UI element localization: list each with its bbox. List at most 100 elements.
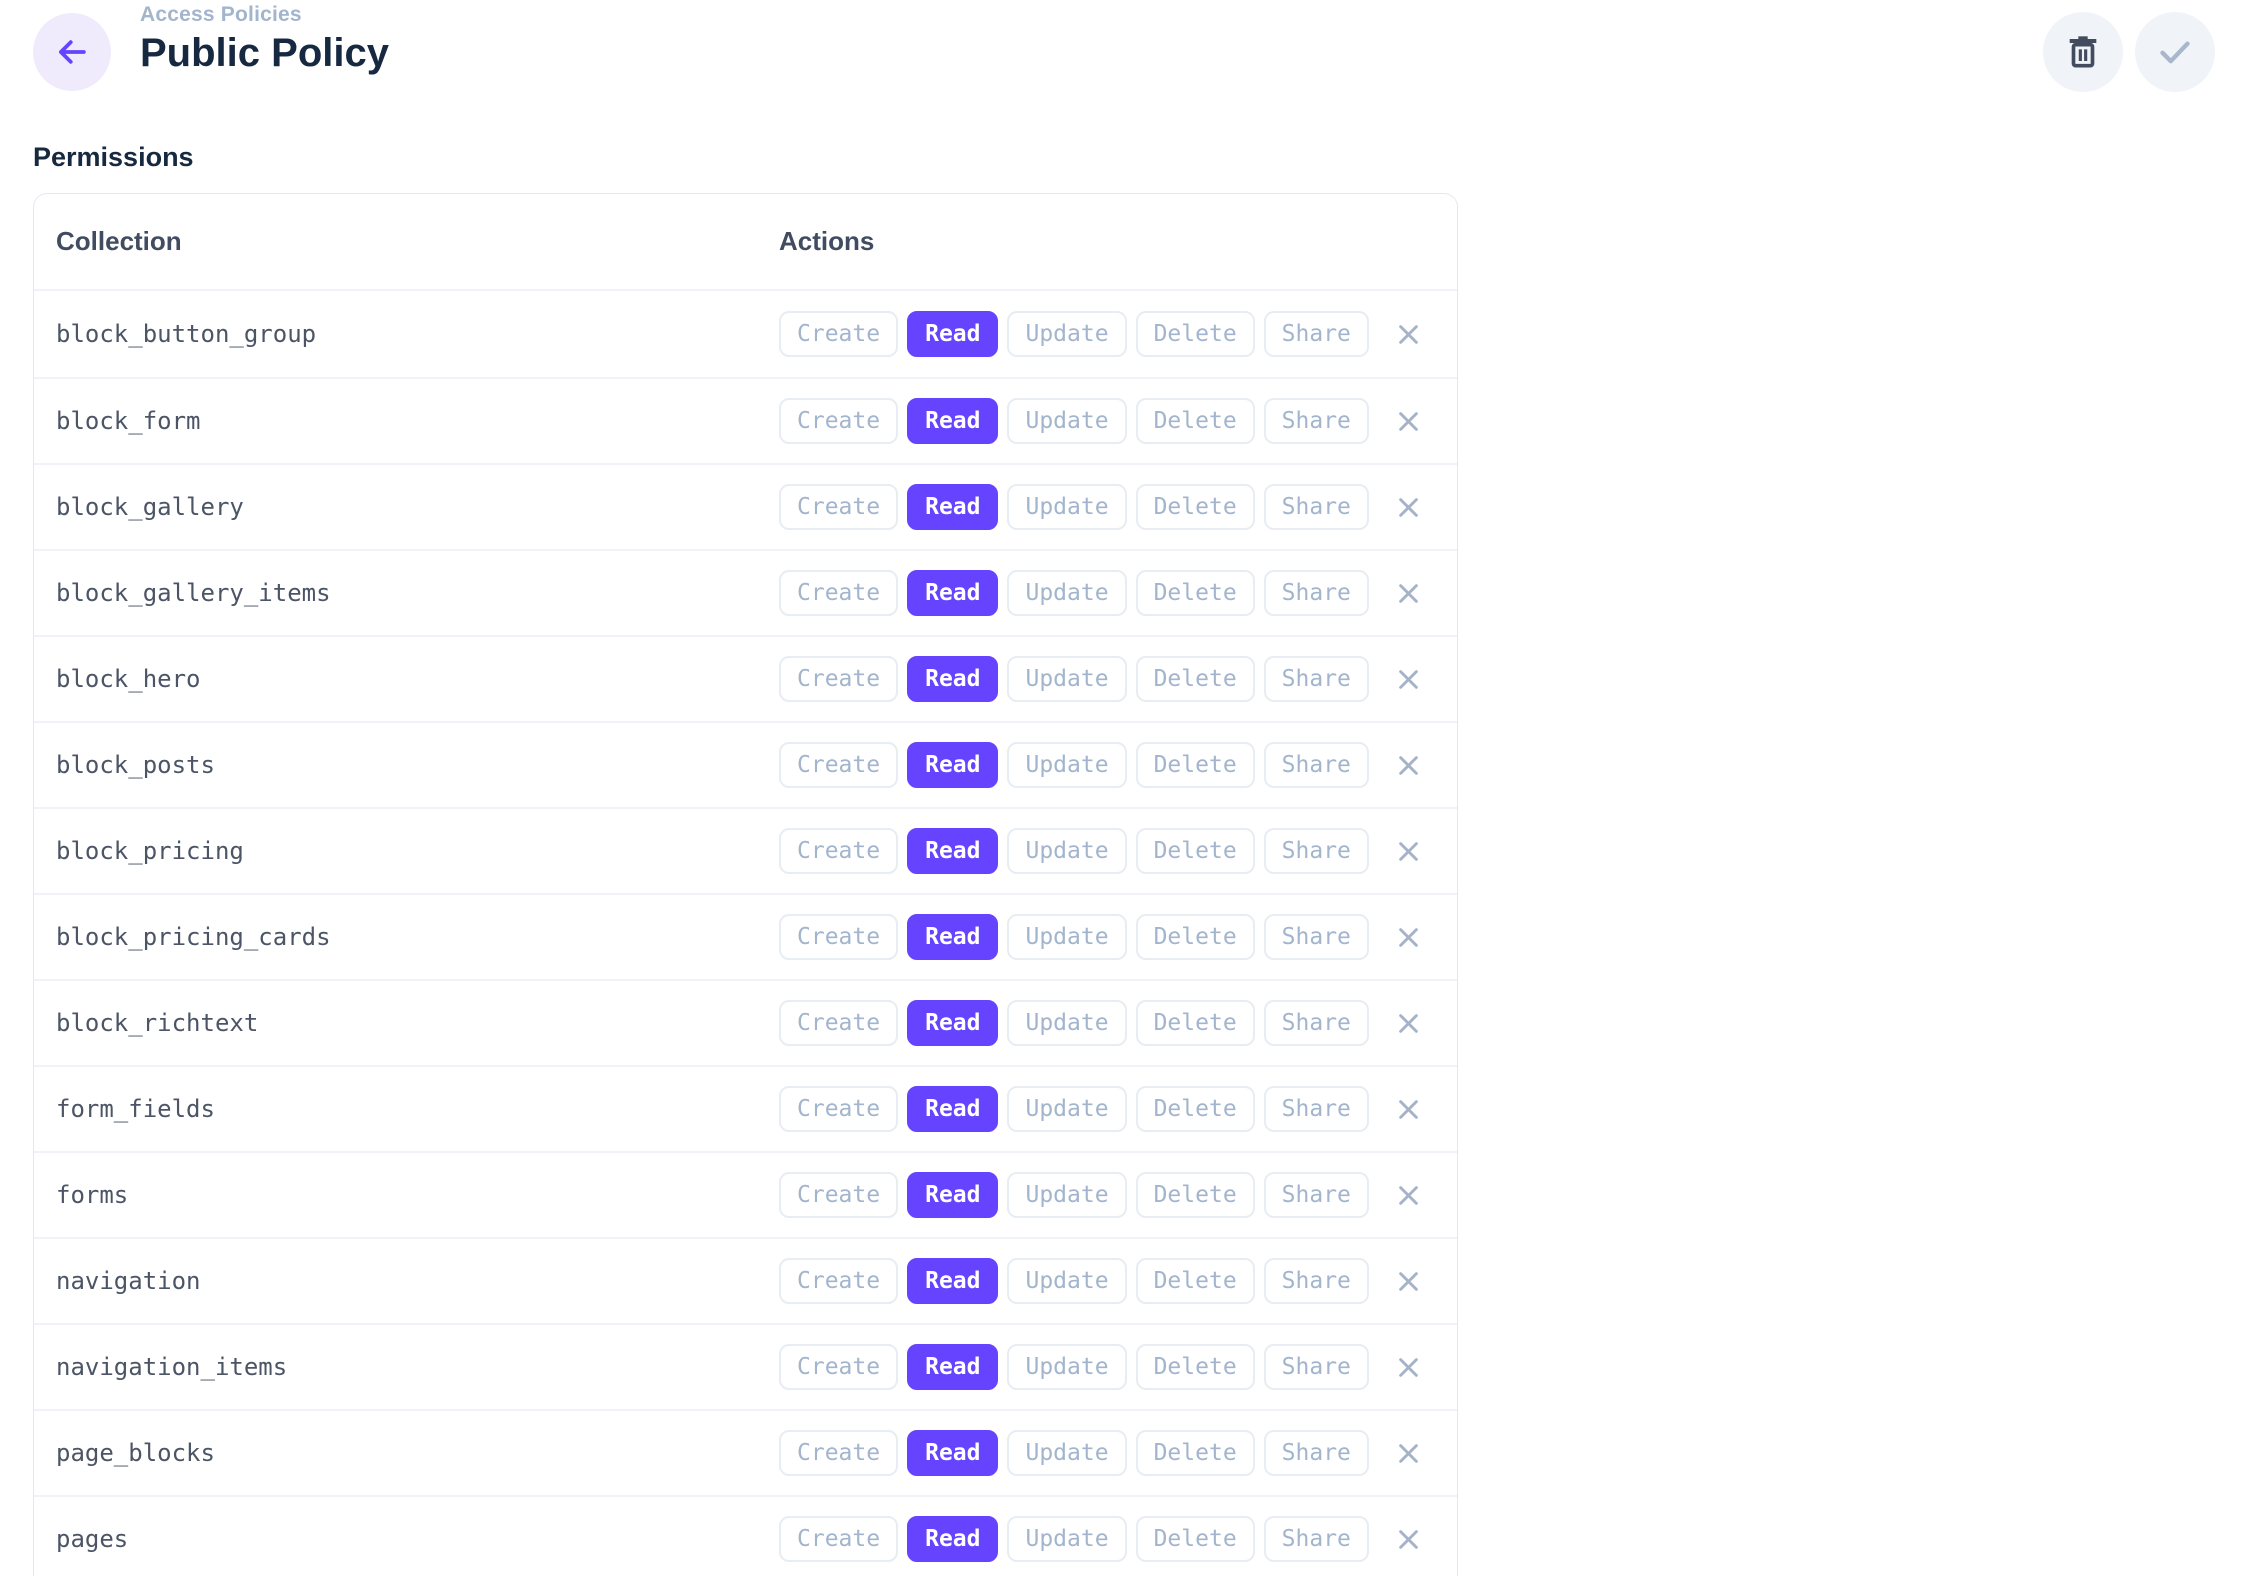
action-update-button[interactable]: Update — [1007, 1430, 1126, 1476]
action-read-button[interactable]: Read — [907, 311, 998, 357]
action-create-button[interactable]: Create — [779, 1344, 898, 1390]
action-read-button[interactable]: Read — [907, 484, 998, 530]
action-share-button[interactable]: Share — [1264, 1086, 1369, 1132]
action-create-button[interactable]: Create — [779, 484, 898, 530]
action-create-button[interactable]: Create — [779, 398, 898, 444]
action-read-button[interactable]: Read — [907, 828, 998, 874]
save-button[interactable] — [2135, 12, 2215, 92]
action-share-button[interactable]: Share — [1264, 1344, 1369, 1390]
remove-permission-button[interactable] — [1392, 1178, 1426, 1212]
action-delete-button[interactable]: Delete — [1136, 484, 1255, 530]
action-delete-button[interactable]: Delete — [1136, 1430, 1255, 1476]
action-share-button[interactable]: Share — [1264, 311, 1369, 357]
action-create-button[interactable]: Create — [779, 828, 898, 874]
action-update-button[interactable]: Update — [1007, 1086, 1126, 1132]
remove-permission-button[interactable] — [1392, 317, 1426, 351]
back-button[interactable] — [33, 13, 111, 91]
collection-name: block_hero — [56, 665, 779, 693]
action-read-button[interactable]: Read — [907, 398, 998, 444]
action-share-button[interactable]: Share — [1264, 1000, 1369, 1046]
action-share-button[interactable]: Share — [1264, 656, 1369, 702]
action-update-button[interactable]: Update — [1007, 1516, 1126, 1562]
remove-permission-button[interactable] — [1392, 748, 1426, 782]
arrow-left-icon — [53, 33, 91, 71]
action-share-button[interactable]: Share — [1264, 398, 1369, 444]
action-share-button[interactable]: Share — [1264, 1258, 1369, 1304]
action-update-button[interactable]: Update — [1007, 398, 1126, 444]
action-delete-button[interactable]: Delete — [1136, 1344, 1255, 1390]
remove-permission-button[interactable] — [1392, 834, 1426, 868]
action-update-button[interactable]: Update — [1007, 1258, 1126, 1304]
close-icon — [1395, 580, 1422, 607]
action-share-button[interactable]: Share — [1264, 570, 1369, 616]
action-create-button[interactable]: Create — [779, 1516, 898, 1562]
action-share-button[interactable]: Share — [1264, 828, 1369, 874]
action-delete-button[interactable]: Delete — [1136, 742, 1255, 788]
action-read-button[interactable]: Read — [907, 1258, 998, 1304]
remove-permission-button[interactable] — [1392, 404, 1426, 438]
remove-permission-button[interactable] — [1392, 662, 1426, 696]
action-update-button[interactable]: Update — [1007, 311, 1126, 357]
remove-permission-button[interactable] — [1392, 1350, 1426, 1384]
action-delete-button[interactable]: Delete — [1136, 398, 1255, 444]
action-delete-button[interactable]: Delete — [1136, 1258, 1255, 1304]
remove-permission-button[interactable] — [1392, 1092, 1426, 1126]
action-create-button[interactable]: Create — [779, 1258, 898, 1304]
action-update-button[interactable]: Update — [1007, 914, 1126, 960]
action-create-button[interactable]: Create — [779, 656, 898, 702]
action-read-button[interactable]: Read — [907, 1516, 998, 1562]
action-read-button[interactable]: Read — [907, 1430, 998, 1476]
remove-permission-button[interactable] — [1392, 920, 1426, 954]
remove-permission-button[interactable] — [1392, 1436, 1426, 1470]
remove-permission-button[interactable] — [1392, 1006, 1426, 1040]
action-delete-button[interactable]: Delete — [1136, 914, 1255, 960]
action-delete-button[interactable]: Delete — [1136, 656, 1255, 702]
action-delete-button[interactable]: Delete — [1136, 311, 1255, 357]
action-share-button[interactable]: Share — [1264, 484, 1369, 530]
action-update-button[interactable]: Update — [1007, 1172, 1126, 1218]
action-update-button[interactable]: Update — [1007, 828, 1126, 874]
delete-policy-button[interactable] — [2043, 12, 2123, 92]
action-update-button[interactable]: Update — [1007, 742, 1126, 788]
action-read-button[interactable]: Read — [907, 914, 998, 960]
action-update-button[interactable]: Update — [1007, 570, 1126, 616]
action-create-button[interactable]: Create — [779, 311, 898, 357]
action-read-button[interactable]: Read — [907, 570, 998, 616]
action-delete-button[interactable]: Delete — [1136, 1172, 1255, 1218]
actions-cell: CreateReadUpdateDeleteShare — [779, 1516, 1437, 1562]
remove-permission-button[interactable] — [1392, 576, 1426, 610]
action-share-button[interactable]: Share — [1264, 914, 1369, 960]
action-delete-button[interactable]: Delete — [1136, 1516, 1255, 1562]
action-share-button[interactable]: Share — [1264, 742, 1369, 788]
action-share-button[interactable]: Share — [1264, 1172, 1369, 1218]
remove-permission-button[interactable] — [1392, 1522, 1426, 1556]
action-update-button[interactable]: Update — [1007, 656, 1126, 702]
action-delete-button[interactable]: Delete — [1136, 1086, 1255, 1132]
action-delete-button[interactable]: Delete — [1136, 828, 1255, 874]
action-delete-button[interactable]: Delete — [1136, 570, 1255, 616]
action-update-button[interactable]: Update — [1007, 1344, 1126, 1390]
action-read-button[interactable]: Read — [907, 656, 998, 702]
action-create-button[interactable]: Create — [779, 1086, 898, 1132]
action-share-button[interactable]: Share — [1264, 1430, 1369, 1476]
actions-cell: CreateReadUpdateDeleteShare — [779, 828, 1437, 874]
action-read-button[interactable]: Read — [907, 742, 998, 788]
action-create-button[interactable]: Create — [779, 1172, 898, 1218]
action-create-button[interactable]: Create — [779, 570, 898, 616]
remove-permission-button[interactable] — [1392, 1264, 1426, 1298]
action-update-button[interactable]: Update — [1007, 1000, 1126, 1046]
table-row: navigation CreateReadUpdateDeleteShare — [34, 1237, 1457, 1323]
action-read-button[interactable]: Read — [907, 1344, 998, 1390]
action-create-button[interactable]: Create — [779, 1430, 898, 1476]
action-read-button[interactable]: Read — [907, 1000, 998, 1046]
close-icon — [1395, 1354, 1422, 1381]
action-update-button[interactable]: Update — [1007, 484, 1126, 530]
action-share-button[interactable]: Share — [1264, 1516, 1369, 1562]
action-read-button[interactable]: Read — [907, 1172, 998, 1218]
remove-permission-button[interactable] — [1392, 490, 1426, 524]
action-create-button[interactable]: Create — [779, 742, 898, 788]
action-create-button[interactable]: Create — [779, 914, 898, 960]
action-read-button[interactable]: Read — [907, 1086, 998, 1132]
action-delete-button[interactable]: Delete — [1136, 1000, 1255, 1046]
action-create-button[interactable]: Create — [779, 1000, 898, 1046]
